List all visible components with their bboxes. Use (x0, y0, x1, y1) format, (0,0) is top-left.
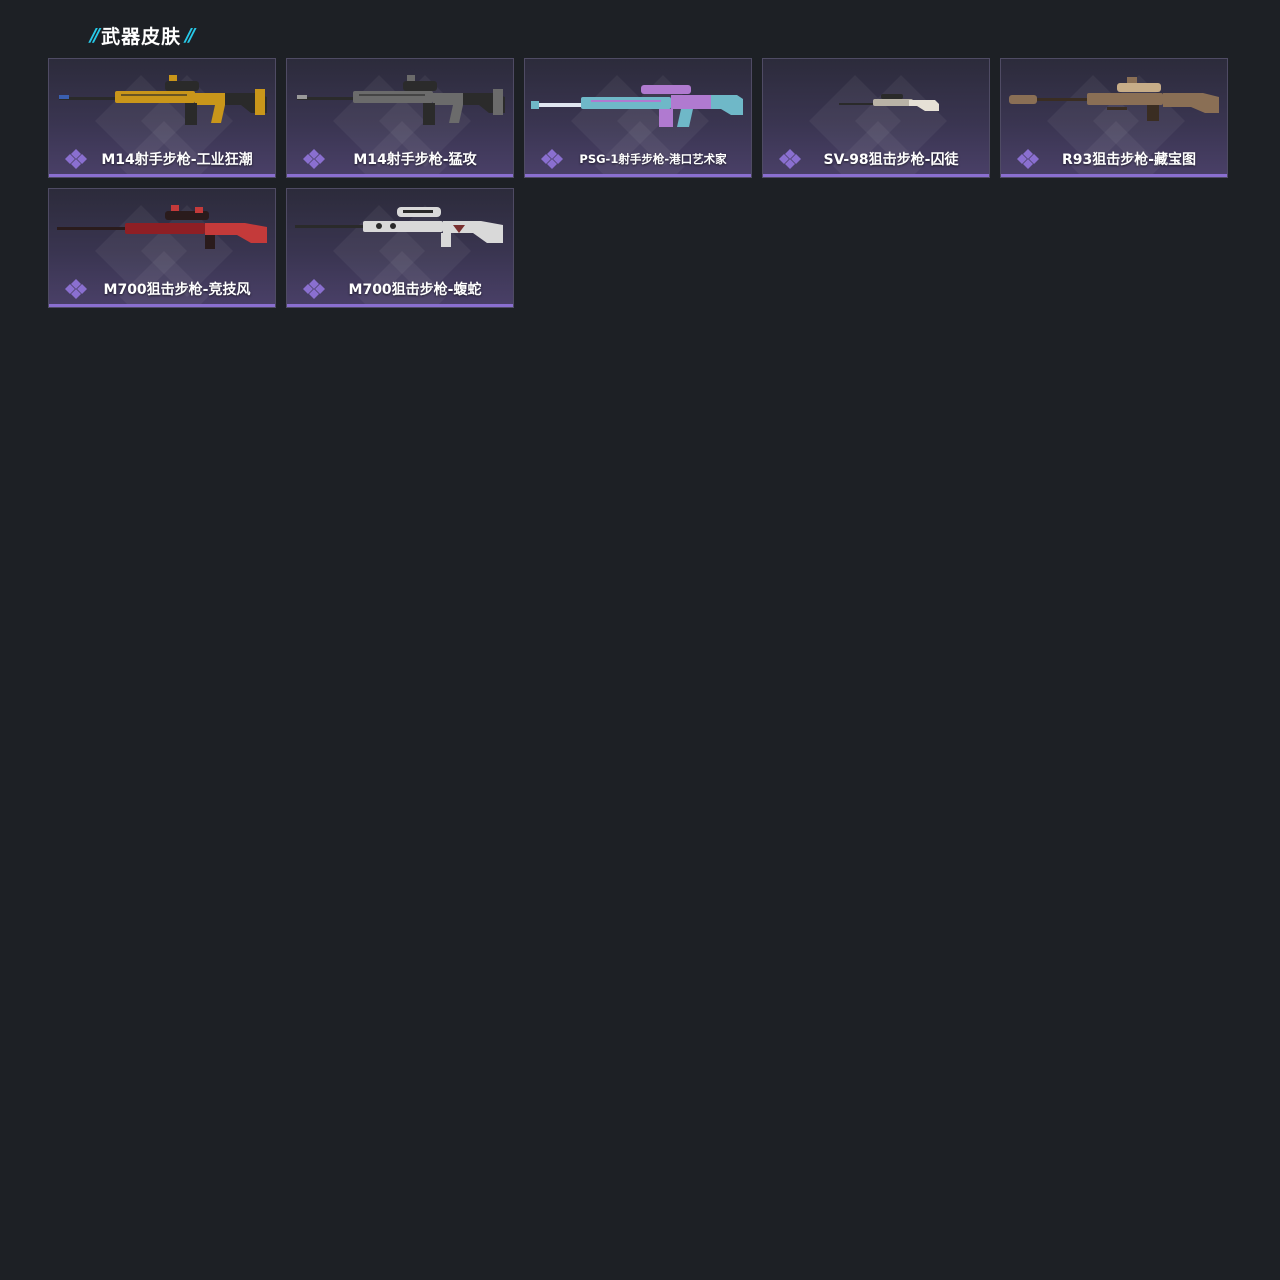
title-slash-right: // (185, 24, 195, 46)
m700-rifle-image (57, 205, 267, 249)
card-footer: M700狙击步枪-蝮蛇 (287, 274, 513, 304)
skin-name: M700狙击步枪-竞技风 (103, 282, 251, 298)
rarity-diamond-icon (65, 279, 87, 299)
sv98-rifle-image (839, 94, 939, 111)
skin-card[interactable]: M700狙击步枪-蝮蛇 (286, 188, 514, 308)
card-footer: PSG-1射手步枪-港口艺术家 (525, 144, 751, 174)
skin-card[interactable]: SV-98狙击步枪-囚徒 (762, 58, 990, 178)
rarity-diamond-icon (65, 149, 87, 169)
skin-name: SV-98狙击步枪-囚徒 (823, 152, 959, 168)
m14-rifle-image (297, 75, 505, 125)
card-footer: R93狙击步枪-藏宝图 (1001, 144, 1227, 174)
skin-name: R93狙击步枪-藏宝图 (1061, 152, 1197, 168)
skin-card[interactable]: R93狙击步枪-藏宝图 (1000, 58, 1228, 178)
card-footer: M14射手步枪-工业狂潮 (49, 144, 275, 174)
skin-name: PSG-1射手步枪-港口艺术家 (579, 152, 727, 166)
section-title: // 武器皮肤 // (90, 22, 195, 48)
rarity-diamond-icon (1017, 149, 1039, 169)
skin-card[interactable]: M14射手步枪-猛攻 (286, 58, 514, 178)
card-footer: M14射手步枪-猛攻 (287, 144, 513, 174)
card-footer: M700狙击步枪-竞技风 (49, 274, 275, 304)
skin-name: M14射手步枪-工业狂潮 (101, 152, 253, 168)
skin-card[interactable]: M700狙击步枪-竞技风 (48, 188, 276, 308)
section-title-text: 武器皮肤 (101, 25, 182, 48)
m14-rifle-image (59, 75, 267, 125)
title-slash-left: // (90, 24, 100, 46)
skin-grid: M14射手步枪-工业狂潮 M14射手步枪-猛攻 PSG-1射手步枪-港口艺术家 … (48, 58, 1232, 308)
skin-card[interactable]: PSG-1射手步枪-港口艺术家 (524, 58, 752, 178)
skin-name: M14射手步枪-猛攻 (353, 152, 477, 168)
psg1-rifle-image (531, 85, 743, 127)
r93-rifle-image (1009, 77, 1219, 121)
rarity-diamond-icon (303, 149, 325, 169)
rarity-diamond-icon (779, 149, 801, 169)
rarity-diamond-icon (303, 279, 325, 299)
card-footer: SV-98狙击步枪-囚徒 (763, 144, 989, 174)
skin-card[interactable]: M14射手步枪-工业狂潮 (48, 58, 276, 178)
skin-name: M700狙击步枪-蝮蛇 (348, 282, 482, 298)
rarity-diamond-icon (541, 149, 563, 169)
m700-rifle-image (295, 207, 503, 247)
